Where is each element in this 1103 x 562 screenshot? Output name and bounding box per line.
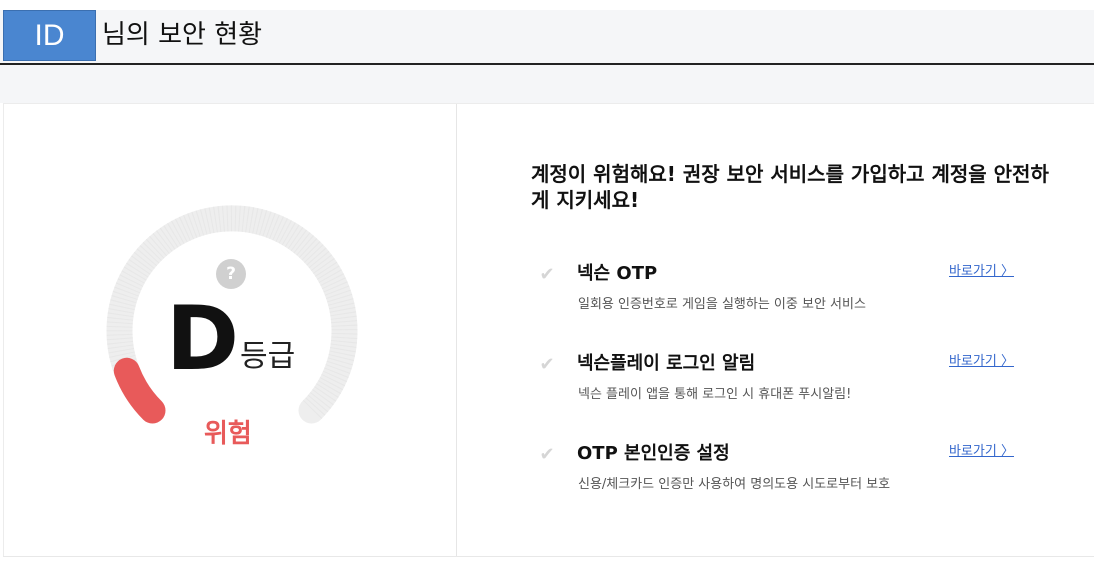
check-icon: ✔ [539, 444, 555, 465]
user-id-box: ID [3, 10, 96, 61]
check-icon: ✔ [539, 354, 555, 375]
security-status-panel: ? D 등급 위험 계정이 위험해요! 권장 보안 서비스를 가입하고 계정을 … [3, 103, 1094, 557]
service-description: 신용/체크카드 인증만 사용하여 명의도용 시도로부터 보호 [578, 477, 891, 492]
grade-section: ? D 등급 위험 [3, 104, 457, 556]
service-item-otp-verification: ✔ OTP 본인인증 설정 신용/체크카드 인증만 사용하여 명의도용 시도로부… [535, 441, 1075, 511]
header-band [0, 65, 1094, 103]
check-icon: ✔ [539, 264, 555, 285]
service-name: 넥슨플레이 로그인 알림 [577, 353, 756, 374]
question-circle-icon[interactable]: ? [216, 259, 246, 289]
service-shortcut-link[interactable]: 바로가기 〉 [949, 441, 1014, 463]
security-headline: 계정이 위험해요! 권장 보안 서비스를 가입하고 계정을 안전하게 지키세요! [531, 162, 1049, 212]
page-title: 님의 보안 현황 [102, 20, 263, 50]
service-description: 일회용 인증번호로 게임을 실행하는 이중 보안 서비스 [578, 297, 866, 312]
service-name: 넥슨 OTP [577, 263, 658, 284]
service-shortcut-link[interactable]: 바로가기 〉 [949, 261, 1014, 283]
page-header: 님의 보안 현황 [0, 10, 1094, 65]
service-shortcut-link[interactable]: 바로가기 〉 [949, 351, 1014, 373]
risk-status-label: 위험 [204, 419, 252, 449]
gauge-fill [113, 357, 166, 424]
service-item-login-alert: ✔ 넥슨플레이 로그인 알림 넥슨 플레이 앱을 통해 로그인 시 휴대폰 푸시… [535, 351, 1075, 421]
grade-suffix: 등급 [240, 339, 296, 374]
grade-letter: D [166, 287, 240, 390]
service-name: OTP 본인인증 설정 [577, 443, 730, 464]
service-description: 넥슨 플레이 앱을 통해 로그인 시 휴대폰 푸시알림! [578, 387, 852, 402]
service-item-nexon-otp: ✔ 넥슨 OTP 일회용 인증번호로 게임을 실행하는 이중 보안 서비스 바로… [535, 261, 1075, 331]
